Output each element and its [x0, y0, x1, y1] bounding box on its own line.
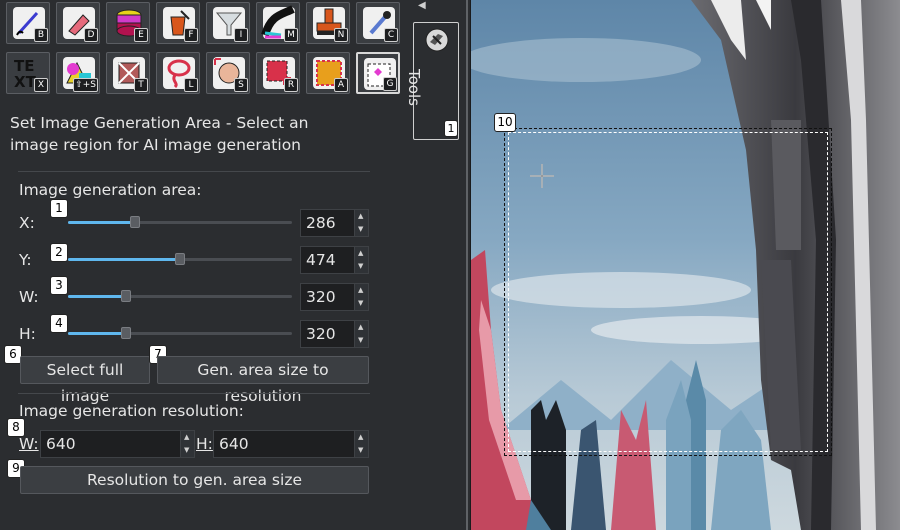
- badge-4: 4: [50, 314, 68, 333]
- smudge-tool-button[interactable]: M: [256, 2, 300, 44]
- badge-3: 3: [50, 276, 68, 295]
- resolution-heading: Image generation resolution:: [19, 402, 244, 420]
- w-spinbox[interactable]: 320 ▲ ▼: [300, 283, 369, 311]
- h-slider[interactable]: [68, 327, 292, 339]
- tool-description: Set Image Generation Area - Select an im…: [10, 114, 309, 154]
- generation-area-selection[interactable]: [508, 132, 828, 452]
- lasso-tool-button[interactable]: L: [156, 52, 200, 94]
- x-slider[interactable]: [68, 216, 292, 228]
- y-value: 474: [306, 251, 336, 269]
- shortcut-key: A: [334, 78, 348, 92]
- res-w-spin-arrows[interactable]: ▲ ▼: [180, 431, 194, 457]
- res-h-spinbox[interactable]: 640 ▲ ▼: [213, 430, 369, 458]
- h-spin-arrows[interactable]: ▲ ▼: [354, 321, 368, 347]
- x-slider-fill: [68, 221, 136, 224]
- stamp-tool-button[interactable]: N: [306, 2, 350, 44]
- h-slider-fill: [68, 332, 127, 335]
- tool-panel: B D E F I M N C TE XT X ⇧+S T L S R A G Set Image Generat…: [0, 0, 410, 530]
- generation-area-tool-button[interactable]: G: [356, 52, 400, 94]
- shortcut-key: N: [334, 28, 348, 42]
- h-spinbox[interactable]: 320 ▲ ▼: [300, 320, 369, 348]
- shortcut-key: M: [284, 28, 298, 42]
- h-value: 320: [306, 325, 336, 343]
- shortcut-key: D: [84, 28, 98, 42]
- x-label: X:: [19, 214, 35, 232]
- tools-tab-label: Tools: [405, 69, 423, 106]
- res-h-spin-arrows[interactable]: ▲ ▼: [354, 431, 368, 457]
- y-spinbox[interactable]: 474 ▲ ▼: [300, 246, 369, 274]
- color-picker-tool-button[interactable]: C: [356, 2, 400, 44]
- badge-1: 1: [50, 199, 68, 218]
- tools-tab-badge: 1: [444, 120, 458, 137]
- res-w-spinbox[interactable]: 640 ▲ ▼: [40, 430, 195, 458]
- w-label: W:: [19, 288, 39, 306]
- shortcut-key: ⇧+S: [73, 78, 98, 92]
- res-h-label: H:: [196, 435, 213, 453]
- res-w-value: 640: [46, 435, 76, 453]
- shape-tool-button[interactable]: ⇧+S: [56, 52, 100, 94]
- y-label: Y:: [19, 251, 32, 269]
- x-spinbox[interactable]: 286 ▲ ▼: [300, 209, 369, 237]
- shortcut-key: T: [134, 78, 148, 92]
- shortcut-key: E: [134, 28, 148, 42]
- res-h-value: 640: [219, 435, 249, 453]
- x-spin-arrows[interactable]: ▲ ▼: [354, 210, 368, 236]
- layers-tool-button[interactable]: E: [106, 2, 150, 44]
- y-slider[interactable]: [68, 253, 292, 265]
- shortcut-key: X: [34, 78, 48, 92]
- eraser-tool-button[interactable]: D: [56, 2, 100, 44]
- shortcut-key: L: [184, 78, 198, 92]
- w-slider-fill: [68, 295, 127, 298]
- panel-splitter[interactable]: [466, 0, 468, 530]
- rect-select-tool-button[interactable]: R: [256, 52, 300, 94]
- shortcut-key: B: [34, 28, 48, 42]
- y-slider-handle[interactable]: [175, 253, 185, 265]
- collapse-panel-icon[interactable]: ◀: [418, 0, 426, 11]
- tools-tab-icon: [425, 28, 449, 52]
- shortcut-key: C: [384, 28, 398, 42]
- res-w-label: W:: [19, 435, 39, 453]
- filter-tool-button[interactable]: I: [206, 2, 250, 44]
- gen-area-heading: Image generation area:: [19, 181, 202, 199]
- shortcut-key: F: [184, 28, 198, 42]
- y-slider-fill: [68, 258, 180, 261]
- shortcut-key: G: [383, 77, 397, 91]
- x-value: 286: [306, 214, 336, 232]
- badge-2: 2: [50, 243, 68, 262]
- face-select-tool-button[interactable]: S: [206, 52, 250, 94]
- transform-tool-button[interactable]: T: [106, 52, 150, 94]
- separator: [18, 393, 370, 394]
- w-slider[interactable]: [68, 290, 292, 302]
- shortcut-key: R: [284, 78, 298, 92]
- y-spin-arrows[interactable]: ▲ ▼: [354, 247, 368, 273]
- separator: [18, 171, 370, 172]
- shortcut-key: I: [234, 28, 248, 42]
- resolution-to-gen-area-button[interactable]: Resolution to gen. area size: [20, 466, 369, 494]
- gen-area-to-resolution-button[interactable]: Gen. area size to resolution: [157, 356, 369, 405]
- tools-tab[interactable]: Tools 1: [405, 22, 459, 140]
- brush-tool-button[interactable]: B: [6, 2, 50, 44]
- fill-tool-button[interactable]: F: [156, 2, 200, 44]
- text-tool-button[interactable]: TE XT X: [6, 52, 50, 94]
- h-label: H:: [19, 325, 36, 343]
- crosshair-icon: [530, 164, 554, 188]
- area-tool-button[interactable]: A: [306, 52, 350, 94]
- badge-10: 10: [494, 113, 516, 132]
- w-value: 320: [306, 288, 336, 306]
- x-slider-handle[interactable]: [130, 216, 141, 228]
- h-slider-handle[interactable]: [121, 327, 132, 339]
- w-spin-arrows[interactable]: ▲ ▼: [354, 284, 368, 310]
- w-slider-handle[interactable]: [121, 290, 132, 302]
- shortcut-key: S: [234, 78, 248, 92]
- select-full-image-button[interactable]: Select full image: [20, 356, 150, 405]
